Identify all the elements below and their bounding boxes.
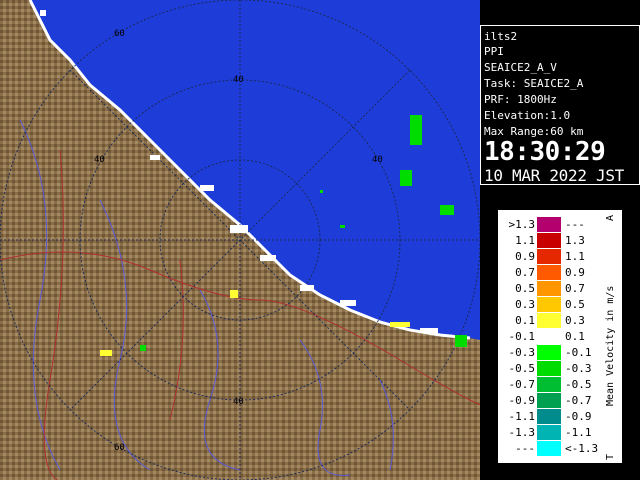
- scan-time: 18:30:29: [484, 137, 606, 167]
- legend-row-upper-label: 0.5: [515, 282, 535, 295]
- station-name: ilts2: [484, 30, 518, 43]
- ring-label-60-top: 60: [114, 29, 125, 39]
- product-name: SEAICE2_A_V: [484, 61, 557, 74]
- legend-row-upper-label: -0.9: [508, 394, 536, 407]
- legend-color-swatch: [537, 233, 561, 248]
- legend-row-upper-label: >1.3: [508, 218, 536, 231]
- legend-row-lower-label: 1.3: [565, 234, 585, 247]
- legend-color-swatch: [537, 313, 561, 328]
- legend-row-lower-label: -1.1: [565, 426, 592, 439]
- legend-color-swatch: [537, 361, 561, 376]
- legend-title-column: A Mean Velocity in m/s T: [603, 211, 621, 462]
- legend-row-upper-label: -0.3: [508, 346, 536, 359]
- legend-color-swatch: [537, 265, 561, 280]
- legend-color-swatch: [537, 281, 561, 296]
- ring-label-60-bottom: 60: [114, 443, 125, 453]
- legend-color-swatch: [537, 345, 561, 360]
- legend-row-lower-label: -0.5: [565, 378, 592, 391]
- legend-row-upper-label: 0.9: [515, 250, 535, 263]
- legend-row-upper-label: 0.7: [515, 266, 535, 279]
- legend-row-lower-label: -0.1: [565, 346, 592, 359]
- legend-color-swatch: [537, 425, 561, 440]
- elevation-value: Elevation:1.0: [484, 109, 571, 122]
- legend-corner-bottom: T: [605, 453, 616, 460]
- legend-row-upper-label: -0.5: [508, 362, 536, 375]
- task-name: Task: SEAICE2_A: [484, 77, 584, 90]
- scan-date: 10 MAR 2022 JST: [484, 166, 624, 185]
- legend-row-upper-label: 0.3: [515, 298, 535, 311]
- legend-row-upper-label: -0.7: [508, 378, 536, 391]
- legend-row-lower-label: 0.1: [565, 330, 585, 343]
- legend-row-lower-label: -0.9: [565, 410, 592, 423]
- ring-label-40-left: 40: [94, 155, 105, 165]
- legend-row-lower-label: 0.7: [565, 282, 585, 295]
- legend-row-lower-label: ---: [565, 218, 585, 231]
- legend-row-lower-label: 1.1: [565, 250, 585, 263]
- velocity-legend: >1.3 --- 1.1 1.3 0.9 1.1 0.7 0.9 0.5 0.7 0.3 0.5 0.1…: [498, 210, 622, 463]
- legend-title: Mean Velocity in m/s: [605, 285, 616, 406]
- ring-label-40-right: 40: [372, 155, 383, 165]
- legend-row-upper-label: 1.1: [515, 234, 535, 247]
- legend-row-lower-label: -0.3: [565, 362, 592, 375]
- ring-label-40-top: 40: [233, 75, 244, 85]
- legend-color-swatch: [537, 377, 561, 392]
- legend-row-upper-label: -1.3: [508, 426, 536, 439]
- prf-value: PRF: 1800Hz: [484, 93, 557, 106]
- legend-color-swatch: [537, 393, 561, 408]
- legend-corner-top: A: [605, 214, 616, 221]
- legend-color-swatch: [537, 249, 561, 264]
- legend-color-swatch: [537, 329, 561, 344]
- scan-mode: PPI: [484, 45, 504, 58]
- legend-color-swatch: [537, 441, 561, 456]
- radar-map[interactable]: 60 40 40 40 40 60: [0, 0, 480, 480]
- legend-row-upper-label: ---: [515, 442, 535, 455]
- legend-row-lower-label: 0.9: [565, 266, 585, 279]
- radar-info-panel: ilts2 PPI SEAICE2_A_V Task: SEAICE2_A PR…: [480, 25, 640, 185]
- legend-color-swatch: [537, 297, 561, 312]
- legend-row-upper-label: -1.1: [508, 410, 536, 423]
- legend-row-upper-label: 0.1: [515, 314, 535, 327]
- legend-color-swatch: [537, 217, 561, 232]
- legend-row-lower-label: -0.7: [565, 394, 592, 407]
- legend-row-lower-label: 0.5: [565, 298, 585, 311]
- legend-color-swatch: [537, 409, 561, 424]
- ring-label-40-bottom: 40: [233, 397, 244, 407]
- legend-row-upper-label: -0.1: [508, 330, 536, 343]
- legend-row-lower-label: <-1.3: [565, 442, 599, 455]
- legend-row-lower-label: 0.3: [565, 314, 585, 327]
